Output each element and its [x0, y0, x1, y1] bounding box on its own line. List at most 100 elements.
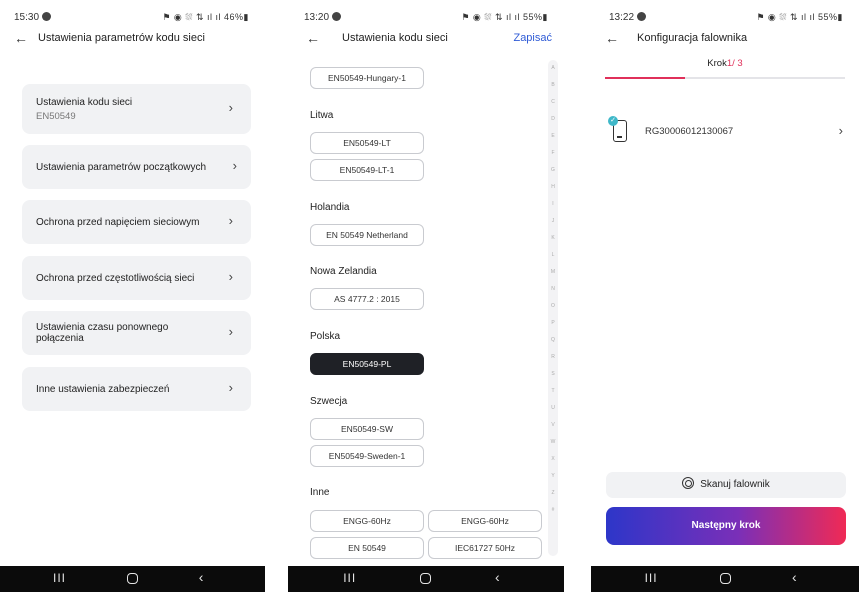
grid-code-chip[interactable]: EN50549-LT [310, 132, 424, 154]
next-step-button[interactable]: Następny krok [606, 507, 846, 545]
nav-back-icon[interactable]: ‹ [495, 569, 500, 585]
grid-code-chip[interactable]: ENGG-60Hz [310, 510, 424, 532]
alphabet-index-letter[interactable]: R [548, 349, 558, 366]
scan-button-label: Skanuj falownik [700, 479, 770, 490]
notification-icon [42, 12, 52, 21]
chevron-right-icon: › [228, 380, 233, 395]
card-grid-code-settings[interactable]: Ustawienia kodu sieci EN50549 › [22, 84, 251, 134]
card-initial-params[interactable]: Ustawienia parametrów początkowych › [22, 145, 251, 189]
card-frequency-protection[interactable]: Ochrona przed częstotliwością sieci › [22, 256, 251, 300]
nav-back-icon[interactable]: ‹ [199, 569, 204, 585]
home-icon[interactable] [719, 573, 731, 584]
alphabet-index-letter[interactable]: C [548, 94, 558, 111]
chevron-right-icon: › [228, 269, 233, 284]
grid-code-chip[interactable]: EN50549-Sweden-1 [310, 445, 424, 467]
step-progress-bar [605, 77, 845, 79]
chevron-right-icon: › [228, 213, 233, 228]
alphabet-index-letter[interactable]: A [548, 60, 558, 77]
alphabet-index-letter[interactable]: J [548, 213, 558, 230]
top-bar: ← Ustawienia parametrów kodu sieci [0, 30, 265, 50]
recent-apps-icon[interactable]: III [645, 571, 658, 585]
back-arrow-icon[interactable]: ← [14, 30, 28, 46]
screen-grid-params: 15:30 ⚑ ◉ ⛆ ⇅ ıl ıl 46%▮ ← Ustawienia pa… [0, 0, 265, 592]
alphabet-index-letter[interactable]: U [548, 400, 558, 417]
card-label: Ustawienia parametrów początkowych [36, 162, 207, 173]
group-title-new-zealand: Nowa Zelandia [310, 266, 377, 277]
back-arrow-icon[interactable]: ← [605, 30, 619, 46]
group-title-netherlands: Holandia [310, 202, 350, 213]
status-icons: ⚑ ◉ ⛆ ⇅ ıl ıl 46%▮ [162, 12, 249, 22]
alphabet-index-letter[interactable]: V [548, 417, 558, 434]
alphabet-index-letter[interactable]: I [548, 196, 558, 213]
group-title-other: Inne [310, 487, 330, 498]
top-bar: ← Konfiguracja falownika [591, 30, 859, 50]
alphabet-index-letter[interactable]: N [548, 281, 558, 298]
alphabet-index-letter[interactable]: H [548, 179, 558, 196]
card-label: Ustawienia czasu ponownego połączenia [36, 322, 169, 344]
step-indicator: Krok1/ 3 [591, 58, 859, 69]
alphabet-index-letter[interactable]: # [548, 502, 558, 519]
card-label: Inne ustawienia zabezpieczeń [36, 384, 170, 395]
grid-code-chip[interactable]: EN50549-LT-1 [310, 159, 424, 181]
alphabet-index-letter[interactable]: Z [548, 485, 558, 502]
step-progress-fill [605, 77, 685, 79]
alphabet-index-letter[interactable]: S [548, 366, 558, 383]
grid-code-chip-selected[interactable]: EN50549-PL [310, 353, 424, 375]
save-button[interactable]: Zapisać [513, 32, 552, 44]
alphabet-index-scrollbar[interactable]: A B C D E F G H I J K L M N O P Q R S T U V W X Y Z # [548, 60, 558, 556]
status-icons: ⚑ ◉ ⛆ ⇅ ıl ıl 55%▮ [756, 12, 843, 22]
notification-icon [332, 12, 342, 21]
connected-check-icon: ✓ [608, 116, 618, 126]
grid-code-chip[interactable]: AS 4777.2 : 2015 [310, 288, 424, 310]
grid-code-chip[interactable]: IEC61727 50Hz [428, 537, 542, 559]
chevron-right-icon: › [838, 123, 843, 138]
alphabet-index-letter[interactable]: Y [548, 468, 558, 485]
page-title: Ustawienia parametrów kodu sieci [38, 32, 205, 44]
alphabet-index-letter[interactable]: L [548, 247, 558, 264]
group-title-poland: Polska [310, 331, 341, 342]
recent-apps-icon[interactable]: III [53, 571, 66, 585]
step-prefix: Krok [707, 58, 727, 69]
page-title: Ustawienia kodu sieci [342, 32, 448, 44]
grid-code-chip[interactable]: EN 50549 [310, 537, 424, 559]
grid-code-chip[interactable]: ENGG-60Hz [428, 510, 542, 532]
card-other-protection[interactable]: Inne ustawienia zabezpieczeń › [22, 367, 251, 411]
card-reconnect-time[interactable]: Ustawienia czasu ponownego połączenia › [22, 311, 251, 355]
status-bar: 13:22 ⚑ ◉ ⛆ ⇅ ıl ıl 55%▮ [591, 12, 859, 26]
alphabet-index-letter[interactable]: W [548, 434, 558, 451]
grid-code-chip[interactable]: EN 50549 Netherland [310, 224, 424, 246]
back-arrow-icon[interactable]: ← [306, 30, 320, 46]
alphabet-index-letter[interactable]: F [548, 145, 558, 162]
device-list-item[interactable]: ✓ RG30006012130067 › [605, 116, 845, 146]
alphabet-index-letter[interactable]: G [548, 162, 558, 179]
alphabet-index-letter[interactable]: K [548, 230, 558, 247]
alphabet-index-letter[interactable]: E [548, 128, 558, 145]
screen-inverter-config: 13:22 ⚑ ◉ ⛆ ⇅ ıl ıl 55%▮ ← Konfiguracja … [591, 0, 859, 592]
grid-code-chip[interactable]: EN50549-SW [310, 418, 424, 440]
scan-inverter-button[interactable]: Skanuj falownik [606, 472, 846, 498]
group-title-lithuania: Litwa [310, 110, 334, 121]
card-voltage-protection[interactable]: Ochrona przed napięciem sieciowym › [22, 200, 251, 244]
status-time: 13:20 [304, 12, 342, 23]
recent-apps-icon[interactable]: III [343, 571, 356, 585]
page-title: Konfiguracja falownika [637, 32, 748, 44]
nav-back-icon[interactable]: ‹ [792, 569, 797, 585]
alphabet-index-letter[interactable]: B [548, 77, 558, 94]
grid-code-chip[interactable]: EN50549-Hungary-1 [310, 67, 424, 89]
status-bar: 13:20 ⚑ ◉ ⛆ ⇅ ıl ıl 55%▮ [288, 12, 564, 26]
alphabet-index-letter[interactable]: D [548, 111, 558, 128]
chevron-right-icon: › [232, 158, 237, 173]
alphabet-index-letter[interactable]: X [548, 451, 558, 468]
screen-grid-code-list: 13:20 ⚑ ◉ ⛆ ⇅ ıl ıl 55%▮ ← Ustawienia ko… [288, 0, 564, 592]
status-icons: ⚑ ◉ ⛆ ⇅ ıl ıl 55%▮ [461, 12, 548, 22]
alphabet-index-letter[interactable]: O [548, 298, 558, 315]
home-icon[interactable] [420, 573, 432, 584]
alphabet-index-letter[interactable]: M [548, 264, 558, 281]
home-icon[interactable] [127, 573, 139, 584]
system-nav-bar: III ‹ [288, 566, 564, 592]
alphabet-index-letter[interactable]: Q [548, 332, 558, 349]
alphabet-index-letter[interactable]: P [548, 315, 558, 332]
alphabet-index-letter[interactable]: T [548, 383, 558, 400]
top-bar: ← Ustawienia kodu sieci Zapisać [288, 30, 564, 50]
card-label: Ustawienia kodu sieci [36, 97, 133, 108]
